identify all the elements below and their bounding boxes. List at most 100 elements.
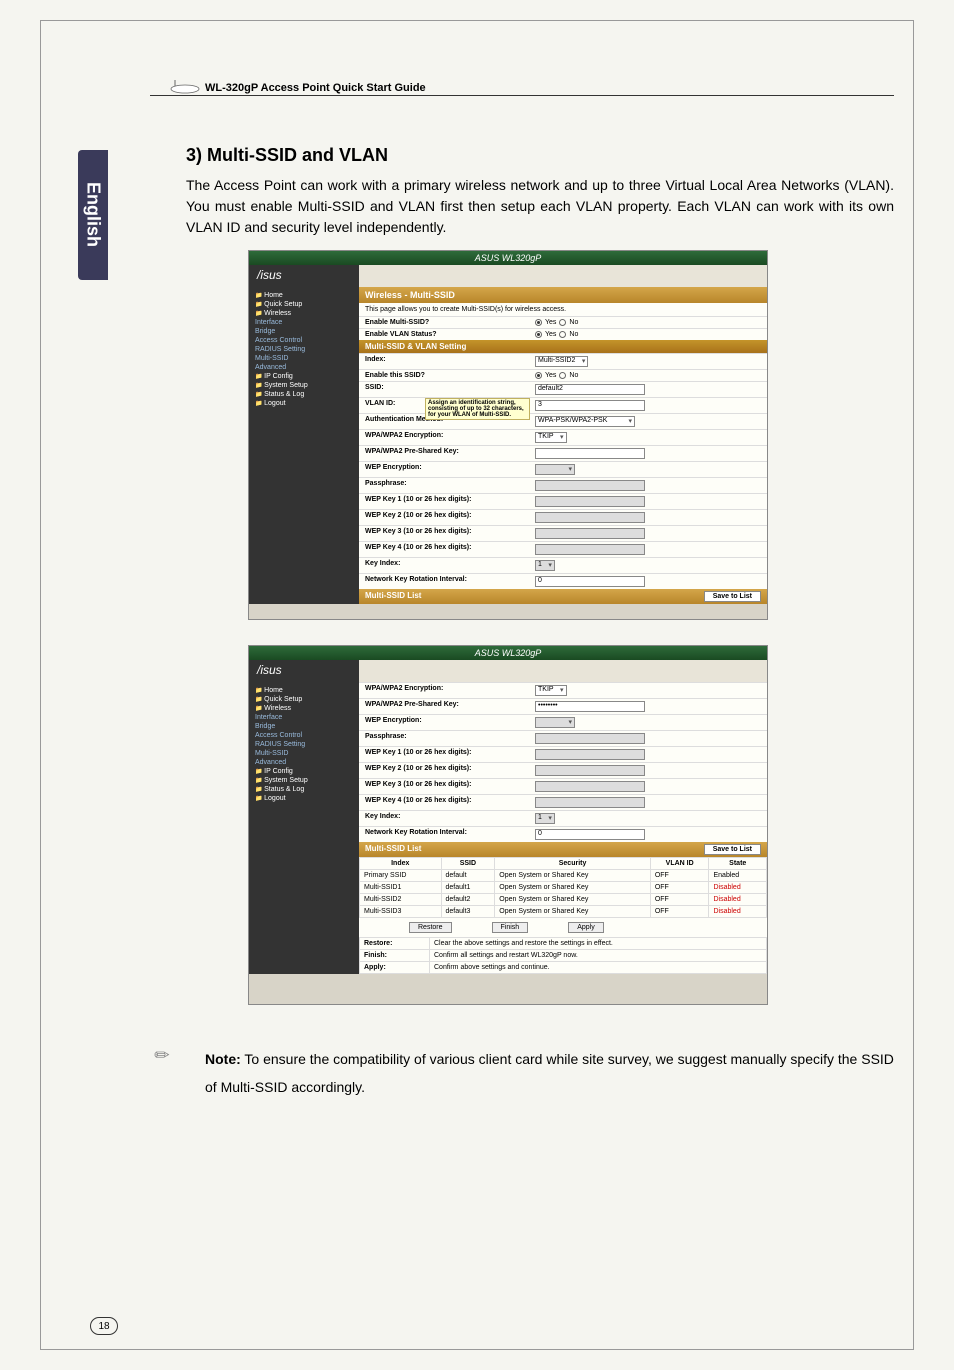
- sidebar-radius[interactable]: RADIUS Setting: [253, 345, 355, 354]
- radio-no[interactable]: [559, 319, 566, 326]
- index-select[interactable]: Multi-SSID2: [535, 356, 588, 367]
- wep3-input[interactable]: [535, 528, 645, 539]
- sidebar: Home Quick Setup Wireless Interface Brid…: [249, 682, 359, 974]
- table-row: Primary SSID default Open System or Shar…: [360, 870, 767, 882]
- enable-this-label: Enable this SSID?: [365, 372, 535, 379]
- radio-yes[interactable]: [535, 319, 542, 326]
- section-title: 3) Multi-SSID and VLAN: [186, 145, 388, 166]
- router-icon: [150, 80, 200, 94]
- sidebar-logout[interactable]: Logout: [253, 794, 355, 803]
- sidebar-system[interactable]: System Setup: [253, 381, 355, 390]
- rotation-label: Network Key Rotation Interval:: [365, 576, 535, 587]
- passphrase-input[interactable]: [535, 480, 645, 491]
- radio-yes[interactable]: [535, 331, 542, 338]
- sidebar: Home Quick Setup Wireless Interface Brid…: [249, 287, 359, 604]
- note-text: Note: To ensure the compatibility of var…: [205, 1045, 894, 1101]
- main-panel: WPA/WPA2 Encryption: TKIP WPA/WPA2 Pre-S…: [359, 682, 767, 974]
- wep3-label: WEP Key 3 (10 or 26 hex digits):: [365, 781, 535, 792]
- sidebar-bridge[interactable]: Bridge: [253, 722, 355, 731]
- sidebar-access[interactable]: Access Control: [253, 731, 355, 740]
- wep3-input[interactable]: [535, 781, 645, 792]
- sidebar-system[interactable]: System Setup: [253, 776, 355, 785]
- sidebar-ipconfig[interactable]: IP Config: [253, 767, 355, 776]
- sidebar-advanced[interactable]: Advanced: [253, 363, 355, 372]
- th-index: Index: [360, 858, 442, 870]
- radio-yes[interactable]: [535, 372, 542, 379]
- wep2-label: WEP Key 2 (10 or 26 hex digits):: [365, 765, 535, 776]
- device-title: ASUS WL320gP: [249, 251, 767, 265]
- sidebar-wireless[interactable]: Wireless: [253, 309, 355, 318]
- sidebar-multi-ssid[interactable]: Multi-SSID: [253, 749, 355, 758]
- wpa-enc-select[interactable]: TKIP: [535, 432, 567, 443]
- list-title: Multi-SSID List: [365, 844, 421, 855]
- sidebar-quick[interactable]: Quick Setup: [253, 695, 355, 704]
- vlan-id-label: VLAN ID:: [365, 400, 395, 407]
- sidebar-access[interactable]: Access Control: [253, 336, 355, 345]
- sidebar-quick[interactable]: Quick Setup: [253, 300, 355, 309]
- wep-enc-select[interactable]: [535, 464, 575, 475]
- key-index-select[interactable]: 1: [535, 813, 555, 824]
- sidebar-interface[interactable]: Interface: [253, 713, 355, 722]
- passphrase-input[interactable]: [535, 733, 645, 744]
- asus-logo: /isus: [249, 265, 359, 287]
- save-to-list-button[interactable]: Save to List: [704, 591, 761, 602]
- page-number: 18: [90, 1317, 118, 1335]
- wpa-psk-input[interactable]: [535, 448, 645, 459]
- wpa-psk-input[interactable]: ••••••••: [535, 701, 645, 712]
- sidebar-interface[interactable]: Interface: [253, 318, 355, 327]
- vlan-id-input[interactable]: 3: [535, 400, 645, 411]
- screenshot-2: ASUS WL320gP /isus Home Quick Setup Wire…: [248, 645, 768, 1005]
- finish-button[interactable]: Finish: [492, 922, 529, 933]
- auth-select[interactable]: WPA-PSK/WPA2-PSK: [535, 416, 635, 427]
- wep-enc-label: WEP Encryption:: [365, 717, 535, 728]
- sidebar-home[interactable]: Home: [253, 686, 355, 695]
- vlan-section-header: Multi-SSID & VLAN Setting: [359, 340, 767, 353]
- wep2-input[interactable]: [535, 512, 645, 523]
- wep4-label: WEP Key 4 (10 or 26 hex digits):: [365, 797, 535, 808]
- save-to-list-button[interactable]: Save to List: [704, 844, 761, 855]
- sidebar-multi-ssid[interactable]: Multi-SSID: [253, 354, 355, 363]
- wep-enc-select[interactable]: [535, 717, 575, 728]
- sidebar-radius[interactable]: RADIUS Setting: [253, 740, 355, 749]
- intro-paragraph: The Access Point can work with a primary…: [186, 175, 894, 238]
- ssid-input[interactable]: default2: [535, 384, 645, 395]
- index-label: Index:: [365, 356, 535, 367]
- wpa-enc-label: WPA/WPA2 Encryption:: [365, 432, 535, 443]
- wep2-input[interactable]: [535, 765, 645, 776]
- rotation-label: Network Key Rotation Interval:: [365, 829, 535, 840]
- sidebar-status[interactable]: Status & Log: [253, 390, 355, 399]
- enable-multi-label: Enable Multi-SSID?: [365, 319, 535, 326]
- note-label: Note:: [205, 1051, 241, 1067]
- sidebar-advanced[interactable]: Advanced: [253, 758, 355, 767]
- wep4-input[interactable]: [535, 797, 645, 808]
- sidebar-logout[interactable]: Logout: [253, 399, 355, 408]
- wpa-enc-select[interactable]: TKIP: [535, 685, 567, 696]
- sidebar-ipconfig[interactable]: IP Config: [253, 372, 355, 381]
- sidebar-status[interactable]: Status & Log: [253, 785, 355, 794]
- enable-vlan-label: Enable VLAN Status?: [365, 331, 535, 338]
- radio-no[interactable]: [559, 372, 566, 379]
- key-index-select[interactable]: 1: [535, 560, 555, 571]
- list-title: Multi-SSID List: [365, 591, 421, 602]
- ssid-label: SSID:: [365, 384, 535, 395]
- wpa-psk-label: WPA/WPA2 Pre-Shared Key:: [365, 448, 535, 459]
- sidebar-bridge[interactable]: Bridge: [253, 327, 355, 336]
- ssid-tooltip: Assign an identification string, consist…: [425, 398, 530, 420]
- rotation-input[interactable]: 0: [535, 576, 645, 587]
- sidebar-wireless[interactable]: Wireless: [253, 704, 355, 713]
- wep1-input[interactable]: [535, 496, 645, 507]
- header-title: WL-320gP Access Point Quick Start Guide: [205, 82, 426, 94]
- passphrase-label: Passphrase:: [365, 480, 535, 491]
- wep4-input[interactable]: [535, 544, 645, 555]
- wpa-enc-label: WPA/WPA2 Encryption:: [365, 685, 535, 696]
- th-ssid: SSID: [441, 858, 495, 870]
- radio-no[interactable]: [559, 331, 566, 338]
- sidebar-home[interactable]: Home: [253, 291, 355, 300]
- table-row: Multi-SSID2 default2 Open System or Shar…: [360, 894, 767, 906]
- restore-button[interactable]: Restore: [409, 922, 452, 933]
- table-row: Multi-SSID1 default1 Open System or Shar…: [360, 882, 767, 894]
- apply-button[interactable]: Apply: [568, 922, 604, 933]
- panel-title: Wireless - Multi-SSID: [359, 287, 767, 303]
- wep1-input[interactable]: [535, 749, 645, 760]
- rotation-input[interactable]: 0: [535, 829, 645, 840]
